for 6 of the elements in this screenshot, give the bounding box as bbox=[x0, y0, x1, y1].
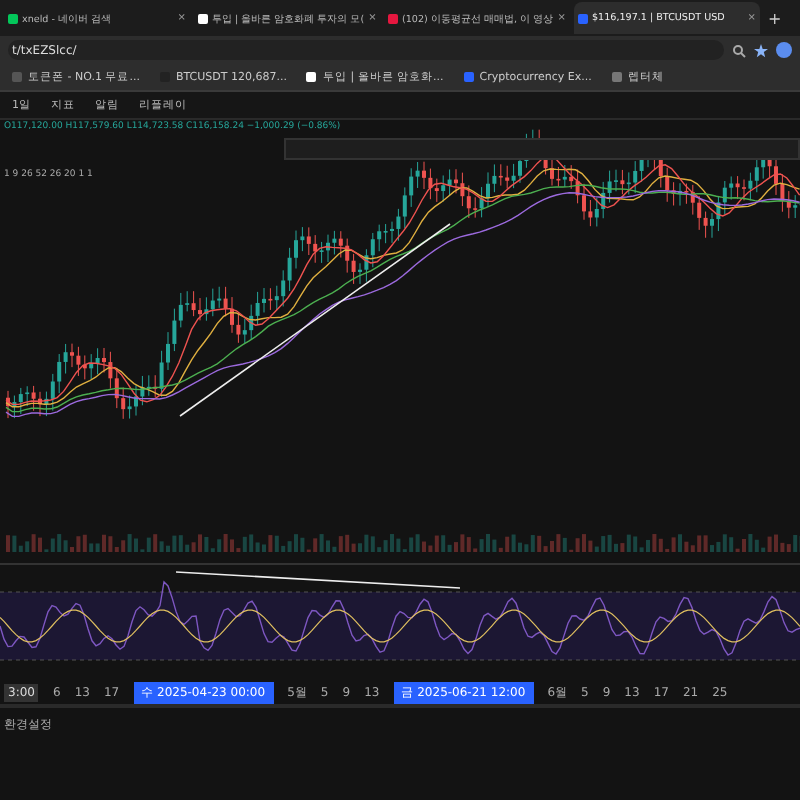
star-icon[interactable] bbox=[754, 43, 768, 57]
trend-line[interactable] bbox=[175, 571, 461, 589]
search-icon[interactable] bbox=[732, 43, 746, 57]
profile-icon[interactable] bbox=[776, 42, 792, 58]
trend-line[interactable] bbox=[179, 223, 451, 417]
new-tab-button[interactable]: + bbox=[764, 9, 786, 27]
